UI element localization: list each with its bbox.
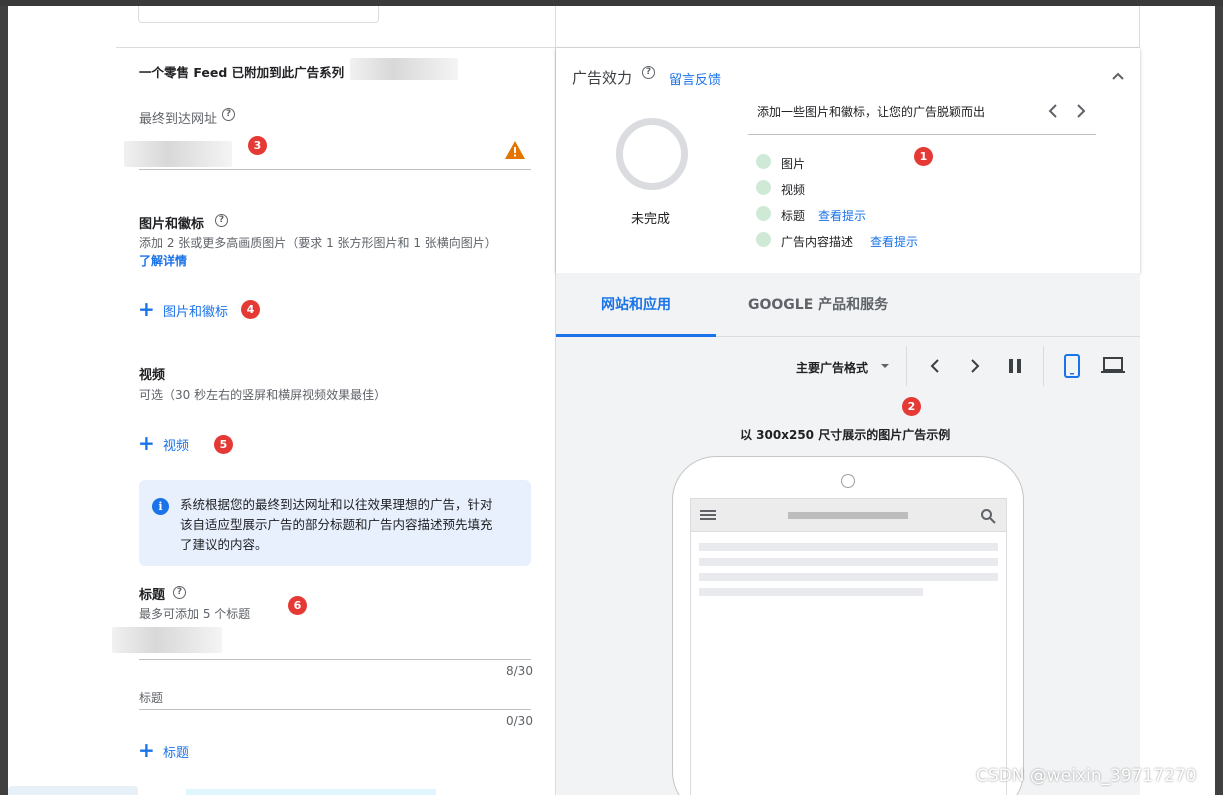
plus-icon[interactable]: +: [138, 299, 155, 319]
annotation-badge-3: 3: [248, 136, 267, 155]
redacted-headline-value: [112, 627, 222, 653]
mock-content-line: [699, 588, 923, 596]
checklist-item-video: 视频: [781, 183, 806, 197]
strength-tip: 添加一些图片和徽标，让您的广告脱颖而出: [757, 105, 986, 119]
format-select[interactable]: 主要广告格式: [796, 359, 868, 376]
info-line-1: 系统根据您的最终到达网址和以往效果理想的广告，针对: [180, 497, 493, 512]
plus-icon[interactable]: +: [138, 433, 155, 453]
add-video-button[interactable]: 视频: [163, 435, 189, 454]
video-description: 可选（30 秒左右的竖屏和横屏视频效果最佳）: [139, 388, 387, 402]
dropdown-arrow-icon[interactable]: [880, 362, 890, 370]
strength-status: 未完成: [631, 212, 671, 227]
feed-notice: 一个零售 Feed 已附加到此广告系列: [139, 65, 345, 80]
view-tips-link[interactable]: 查看提示: [818, 207, 866, 224]
preview-caption: 以 300x250 尺寸展示的图片广告示例: [740, 428, 951, 442]
status-dot: [756, 206, 771, 221]
help-icon[interactable]: ?: [222, 108, 235, 121]
tip-divider: [748, 134, 1096, 135]
final-url-underline[interactable]: [139, 169, 531, 170]
final-url-label: 最终到达网址: [139, 112, 218, 127]
phone-screen: [690, 498, 1007, 795]
mobile-device-icon[interactable]: [1063, 354, 1081, 378]
checklist-item-images: 图片: [781, 157, 806, 171]
watermark: CSDN @weixin_39717270: [976, 766, 1197, 786]
annotation-badge-5: 5: [214, 435, 233, 454]
info-line-2: 该自适应型展示广告的部分标题和广告内容描述预先填充: [180, 517, 493, 532]
ad-strength-title: 广告效力: [572, 69, 633, 87]
headline-2-underline[interactable]: [139, 709, 531, 710]
headline-2-counter: 0/30: [506, 714, 533, 728]
headline-1-underline[interactable]: [139, 659, 531, 660]
feedback-link[interactable]: 留言反馈: [669, 69, 721, 88]
warning-icon: [505, 141, 525, 159]
view-tips-link[interactable]: 查看提示: [870, 233, 918, 250]
add-images-button[interactable]: 图片和徽标: [163, 301, 228, 320]
learn-more-link[interactable]: 了解详情: [139, 252, 187, 269]
mock-content-line: [699, 573, 998, 581]
annotation-badge-4: 4: [241, 300, 260, 319]
headline-description: 最多可添加 5 个标题: [139, 607, 251, 621]
images-label: 图片和徽标: [139, 217, 205, 232]
annotation-badge-2: 2: [902, 397, 921, 416]
headline-2-input[interactable]: 标题: [139, 689, 163, 706]
checklist-item-description: 广告内容描述: [781, 235, 854, 249]
status-dot: [756, 180, 771, 195]
headline-1-counter: 8/30: [506, 664, 533, 678]
info-icon: i: [152, 498, 169, 515]
info-line-3: 了建议的内容。: [180, 537, 268, 552]
mock-browser-bar: [691, 499, 1006, 532]
help-icon[interactable]: ?: [215, 214, 228, 227]
previous-icon[interactable]: [928, 357, 942, 375]
desktop-device-icon[interactable]: [1100, 356, 1126, 376]
cropped-element: [186, 789, 436, 795]
tab-google-products[interactable]: GOOGLE 产品和服务: [748, 273, 888, 337]
status-dot: [756, 232, 771, 247]
annotation-badge-6: 6: [288, 596, 307, 615]
mock-content-line: [699, 558, 998, 566]
search-icon: [981, 509, 996, 524]
cropped-element: [8, 786, 138, 795]
plus-icon[interactable]: +: [138, 740, 155, 760]
chevron-up-icon[interactable]: [1110, 69, 1126, 83]
info-text: 系统根据您的最终到达网址和以往效果理想的广告，针对 该自适应型展示广告的部分标题…: [180, 495, 493, 555]
mock-content-line: [699, 543, 998, 551]
info-banner: i 系统根据您的最终到达网址和以往效果理想的广告，针对 该自适应型展示广告的部分…: [139, 480, 531, 566]
tab-websites-apps[interactable]: 网站和应用: [601, 273, 671, 337]
active-tab-indicator: [556, 334, 716, 337]
checklist-item-headline: 标题: [781, 209, 806, 223]
status-dot: [756, 154, 771, 169]
chevron-left-icon[interactable]: [1046, 103, 1060, 119]
toolbar-divider: [906, 346, 907, 386]
menu-icon: [700, 510, 716, 520]
help-icon[interactable]: ?: [173, 586, 186, 599]
redacted-campaign-name: [350, 58, 458, 80]
images-description: 添加 2 张或更多高画质图片（要求 1 张方形图片和 1 张横向图片）: [139, 236, 497, 250]
redacted-url-value: [124, 141, 232, 167]
previous-field[interactable]: [138, 6, 379, 23]
toolbar-divider: [1043, 346, 1044, 386]
help-icon[interactable]: ?: [642, 66, 655, 79]
strength-ring: [616, 118, 688, 190]
annotation-badge-1: 1: [914, 147, 933, 166]
chevron-right-icon[interactable]: [1074, 103, 1088, 119]
phone-camera: [841, 474, 855, 488]
add-headline-button[interactable]: 标题: [163, 742, 189, 761]
video-label: 视频: [139, 368, 166, 383]
next-icon[interactable]: [968, 357, 982, 375]
headline-label: 标题: [139, 588, 166, 603]
pause-icon[interactable]: [1007, 358, 1023, 374]
mock-address-bar: [788, 512, 908, 519]
